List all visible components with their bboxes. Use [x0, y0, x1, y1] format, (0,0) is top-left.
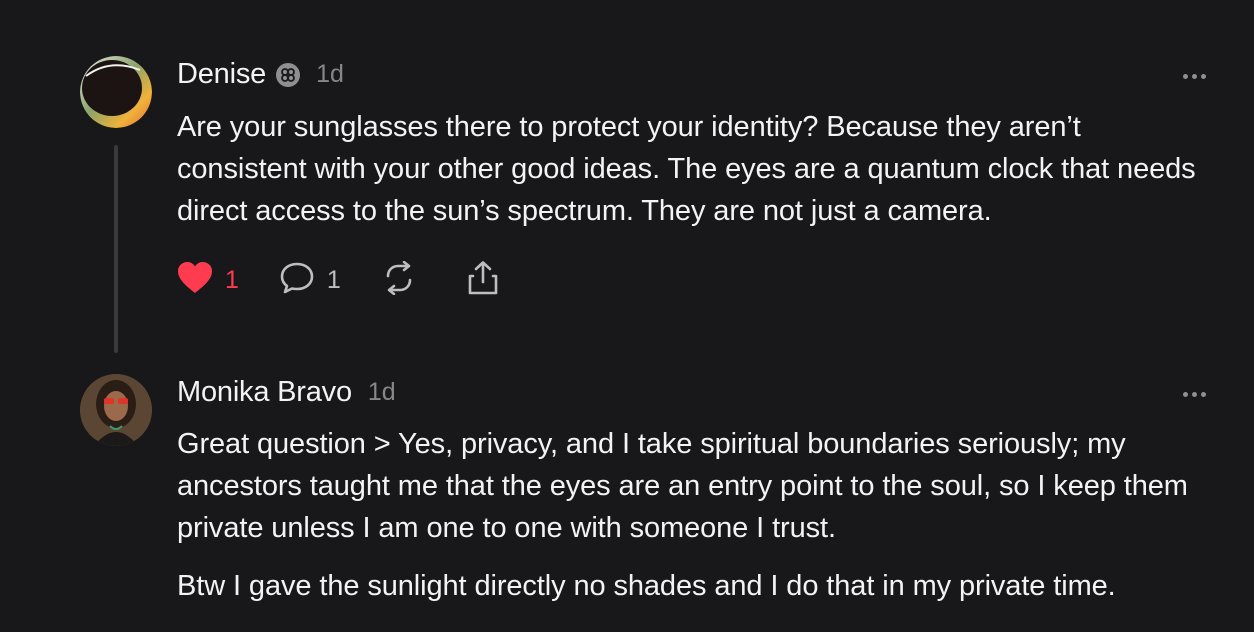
comment-icon [279, 261, 315, 300]
avatar[interactable] [80, 374, 152, 446]
thread-line [114, 145, 118, 353]
share-button[interactable] [465, 260, 501, 301]
post-time: 1d [316, 60, 344, 88]
post-actions: 1 1 [177, 260, 501, 301]
verified-flower-icon [276, 62, 301, 87]
repost-icon [381, 260, 417, 300]
post-header: Denise 1d [177, 58, 344, 91]
like-button[interactable]: 1 [177, 261, 239, 300]
more-options-icon[interactable] [1183, 72, 1211, 80]
comment-count: 1 [326, 266, 341, 294]
heart-icon [177, 261, 213, 300]
post-body: Great question > Yes, privacy, and I tak… [177, 428, 1188, 544]
reply-button[interactable]: 1 [279, 261, 341, 300]
more-options-icon[interactable] [1183, 390, 1211, 398]
username[interactable]: Monika Bravo [177, 376, 352, 409]
avatar[interactable] [80, 56, 152, 128]
repost-button[interactable] [381, 260, 417, 300]
post-time: 1d [367, 378, 396, 406]
username[interactable]: Denise [177, 58, 266, 91]
share-icon [465, 260, 501, 301]
post-body-second-paragraph: Btw I gave the sunlight directly no shad… [177, 570, 1116, 602]
like-count: 1 [225, 266, 239, 294]
post-body: Are your sunglasses there to protect you… [177, 111, 1196, 227]
post-header: Monika Bravo 1d [177, 376, 396, 409]
